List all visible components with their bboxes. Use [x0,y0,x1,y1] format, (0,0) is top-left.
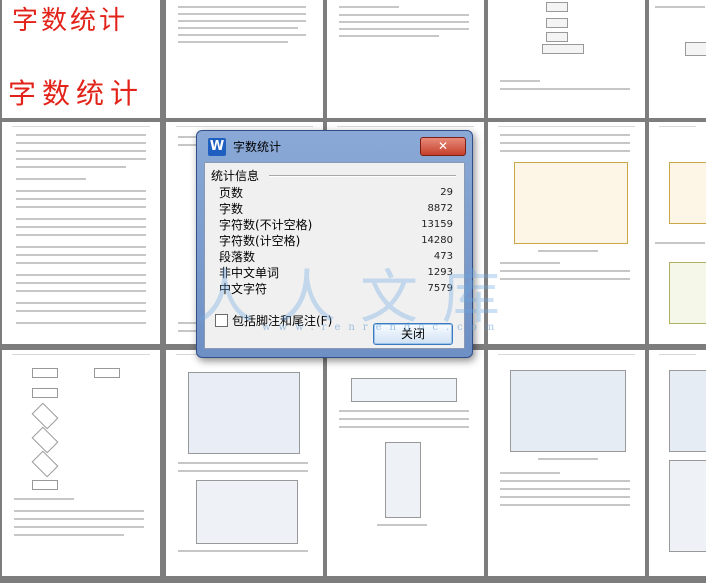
page-thumbnail[interactable] [166,0,323,118]
page-thumbnail[interactable] [649,350,706,576]
stat-row: 字符数(不计空格) 13159 [219,217,457,233]
stat-row: 中文字符 7579 [219,281,457,297]
page-thumbnail[interactable] [488,350,645,576]
stat-label: 段落数 [219,250,256,264]
page-thumbnail[interactable] [649,122,706,344]
page-thumbnail[interactable] [327,0,484,118]
stat-label: 字符数(计空格) [219,234,301,248]
page-thumbnail[interactable] [2,350,160,576]
stat-label: 非中文单词 [219,266,280,280]
stat-row: 非中文单词 1293 [219,265,457,281]
dialog-body: 统计信息 页数 29 字数 8872 字符数(不计空格) 13159 字符数(计空格)… [204,162,465,349]
stat-label: 页数 [219,186,244,200]
stat-label: 字符数(不计空格) [219,218,313,232]
section-label: 统计信息 [211,169,260,183]
wps-writer-icon: W [208,138,226,156]
page-thumbnail[interactable] [327,350,484,576]
page-thumbnail[interactable] [488,122,645,344]
stat-row: 页数 29 [219,185,457,201]
cover-title-large: 字数统计 [8,77,145,110]
stat-label: 字数 [219,202,244,216]
stat-row: 字符数(计空格) 14280 [219,233,457,249]
dialog-title: 字数统计 [233,140,282,154]
stat-value: 7579 [427,283,453,294]
close-icon[interactable]: ✕ [420,137,466,156]
stat-label: 中文字符 [219,282,268,296]
stat-value: 473 [433,251,453,262]
page-thumbnail[interactable] [2,122,160,344]
section-divider [269,175,456,177]
dialog-title-bar[interactable]: W 字数统计 ✕ [205,134,466,160]
stat-value: 14280 [421,235,453,246]
stat-row: 段落数 473 [219,249,457,265]
document-cover-banner: 字数统计 字数统计 [2,0,160,118]
stat-value: 8872 [427,203,453,214]
page-thumbnail[interactable] [166,350,323,576]
watermark-url: www.renrendoc.com [262,322,503,333]
stat-value: 1293 [427,267,453,278]
statistics-list: 页数 29 字数 8872 字符数(不计空格) 13159 字符数(计空格) 14280… [219,185,457,297]
stat-value: 13159 [421,219,453,230]
stat-value: 29 [440,187,453,198]
cover-title: 字数统计 [12,6,129,36]
include-footnotes-checkbox[interactable] [215,314,228,327]
stat-row: 字数 8872 [219,201,457,217]
page-thumbnail[interactable] [649,0,706,118]
page-thumbnail[interactable] [488,0,645,118]
